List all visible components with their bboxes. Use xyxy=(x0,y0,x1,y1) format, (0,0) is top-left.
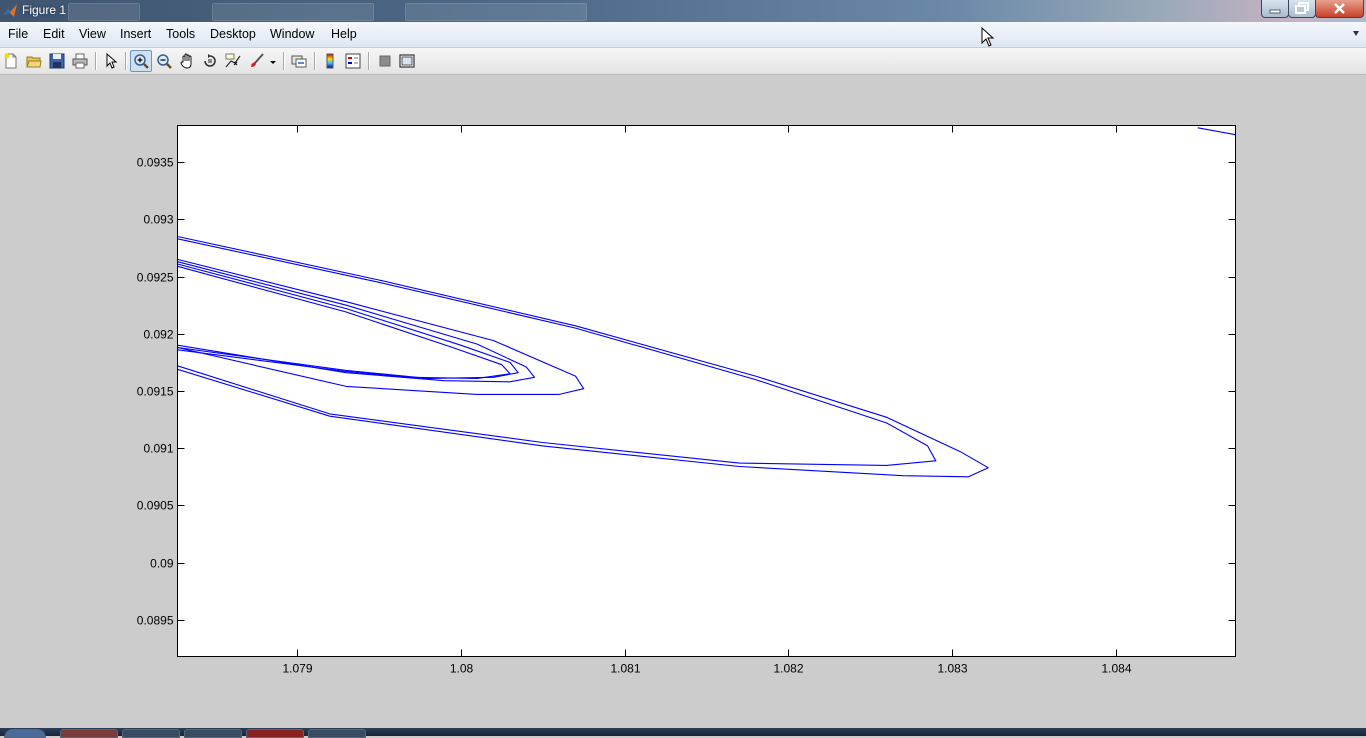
link-plot-button[interactable] xyxy=(289,51,309,71)
y-tick-label: 0.09 xyxy=(150,557,174,571)
zoom-out-button[interactable] xyxy=(154,51,174,71)
colorbar-icon xyxy=(326,53,334,69)
brush-button[interactable] xyxy=(247,51,267,71)
x-tick-label: 1.081 xyxy=(610,662,640,676)
save-figure-button[interactable] xyxy=(47,51,67,71)
open-file-button[interactable] xyxy=(24,51,44,71)
brush-icon xyxy=(251,53,264,67)
menu-window[interactable]: Window xyxy=(270,27,314,41)
y-tick-label: 0.091 xyxy=(143,442,173,456)
taskbar-button[interactable] xyxy=(246,729,304,738)
y-tick-label: 0.0925 xyxy=(137,271,174,285)
menu-tools[interactable]: Tools xyxy=(166,27,195,41)
printer-icon xyxy=(72,53,88,69)
brush-dropdown[interactable] xyxy=(268,51,278,71)
y-tick-label: 0.093 xyxy=(143,213,173,227)
new-file-icon xyxy=(4,53,17,69)
menu-help[interactable]: Help xyxy=(331,27,357,41)
gray-square-icon xyxy=(379,55,391,67)
close-icon xyxy=(1334,3,1345,14)
legend-icon xyxy=(345,53,361,69)
show-plot-tools-button[interactable] xyxy=(397,51,417,71)
minimize-icon xyxy=(1269,9,1281,14)
menu-insert[interactable]: Insert xyxy=(120,27,151,41)
axes-background xyxy=(177,125,1236,657)
matlab-logo-icon xyxy=(3,4,17,17)
restore-button[interactable] xyxy=(1288,0,1316,18)
menu-file[interactable]: File xyxy=(8,27,28,41)
mouse-cursor-icon xyxy=(981,27,995,47)
y-tick-label: 0.092 xyxy=(143,328,173,342)
pan-button[interactable] xyxy=(177,51,197,71)
plot-area[interactable]: 1.079 1.08 1.081 1.082 1.083 1.0840.08950.090… xyxy=(0,75,1366,728)
plot-tools-icon xyxy=(399,54,415,68)
x-tick-label: 1.082 xyxy=(773,662,803,676)
data-cursor-icon xyxy=(225,53,241,68)
rotate-3d-button[interactable] xyxy=(200,51,220,71)
menu-desktop[interactable]: Desktop xyxy=(210,27,256,41)
rotate-icon xyxy=(204,54,216,67)
folder-icon xyxy=(26,56,42,68)
figure-canvas: 1.079 1.08 1.081 1.082 1.083 1.084 0.0895 0.09 0… xyxy=(0,75,1366,728)
zoom-in-button[interactable] xyxy=(130,50,152,72)
menu-bar: File Edit View Insert Tools Desktop Wind… xyxy=(0,22,1366,48)
y-tick-label: 0.0935 xyxy=(137,156,174,170)
menu-edit[interactable]: Edit xyxy=(43,27,65,41)
taskbar-preview-tab xyxy=(212,3,374,21)
print-figure-button[interactable] xyxy=(70,51,90,71)
start-button[interactable] xyxy=(4,729,46,738)
x-tick-label: 1.08 xyxy=(450,662,474,676)
title-bar: Figure 1 xyxy=(0,0,1366,22)
x-tick-label: 1.083 xyxy=(937,662,967,676)
hand-icon xyxy=(180,53,192,69)
restore-icon xyxy=(1295,2,1309,14)
taskbar-button[interactable] xyxy=(122,729,180,738)
arrow-cursor-icon xyxy=(106,53,118,69)
minimize-button[interactable] xyxy=(1261,0,1289,18)
taskbar-button[interactable] xyxy=(60,729,118,738)
x-tick-label: 1.079 xyxy=(282,662,312,676)
toolbar-separator xyxy=(314,52,315,70)
figure-toolbar xyxy=(0,48,1366,75)
floppy-icon xyxy=(49,53,65,69)
menu-view[interactable]: View xyxy=(79,27,106,41)
taskbar xyxy=(0,728,1366,738)
link-icon xyxy=(291,55,307,68)
toolbar-separator xyxy=(125,52,126,70)
toolbar-separator xyxy=(283,52,284,70)
dropdown-arrow-icon xyxy=(270,61,276,64)
zoom-in-icon xyxy=(134,54,149,69)
y-tick-label: 0.0895 xyxy=(137,614,174,628)
edit-plot-button[interactable] xyxy=(101,51,121,71)
close-button[interactable] xyxy=(1315,0,1364,18)
toolbar-separator xyxy=(368,52,369,70)
y-tick-label: 0.0905 xyxy=(137,499,174,513)
new-figure-button[interactable] xyxy=(1,51,21,71)
taskbar-button[interactable] xyxy=(184,729,242,738)
dock-arrow-icon[interactable] xyxy=(1352,30,1360,38)
taskbar-button[interactable] xyxy=(308,729,366,738)
data-cursor-button[interactable] xyxy=(223,51,243,71)
x-tick-label: 1.084 xyxy=(1101,662,1131,676)
taskbar-preview-tab xyxy=(68,3,140,21)
taskbar-preview-tab xyxy=(405,3,587,21)
hide-plot-tools-button[interactable] xyxy=(375,51,395,71)
insert-legend-button[interactable] xyxy=(343,51,363,71)
y-tick-label: 0.0915 xyxy=(137,385,174,399)
window-title: Figure 1 xyxy=(22,3,67,17)
toolbar-separator xyxy=(95,52,96,70)
insert-colorbar-button[interactable] xyxy=(320,51,340,71)
zoom-out-icon xyxy=(157,54,172,69)
